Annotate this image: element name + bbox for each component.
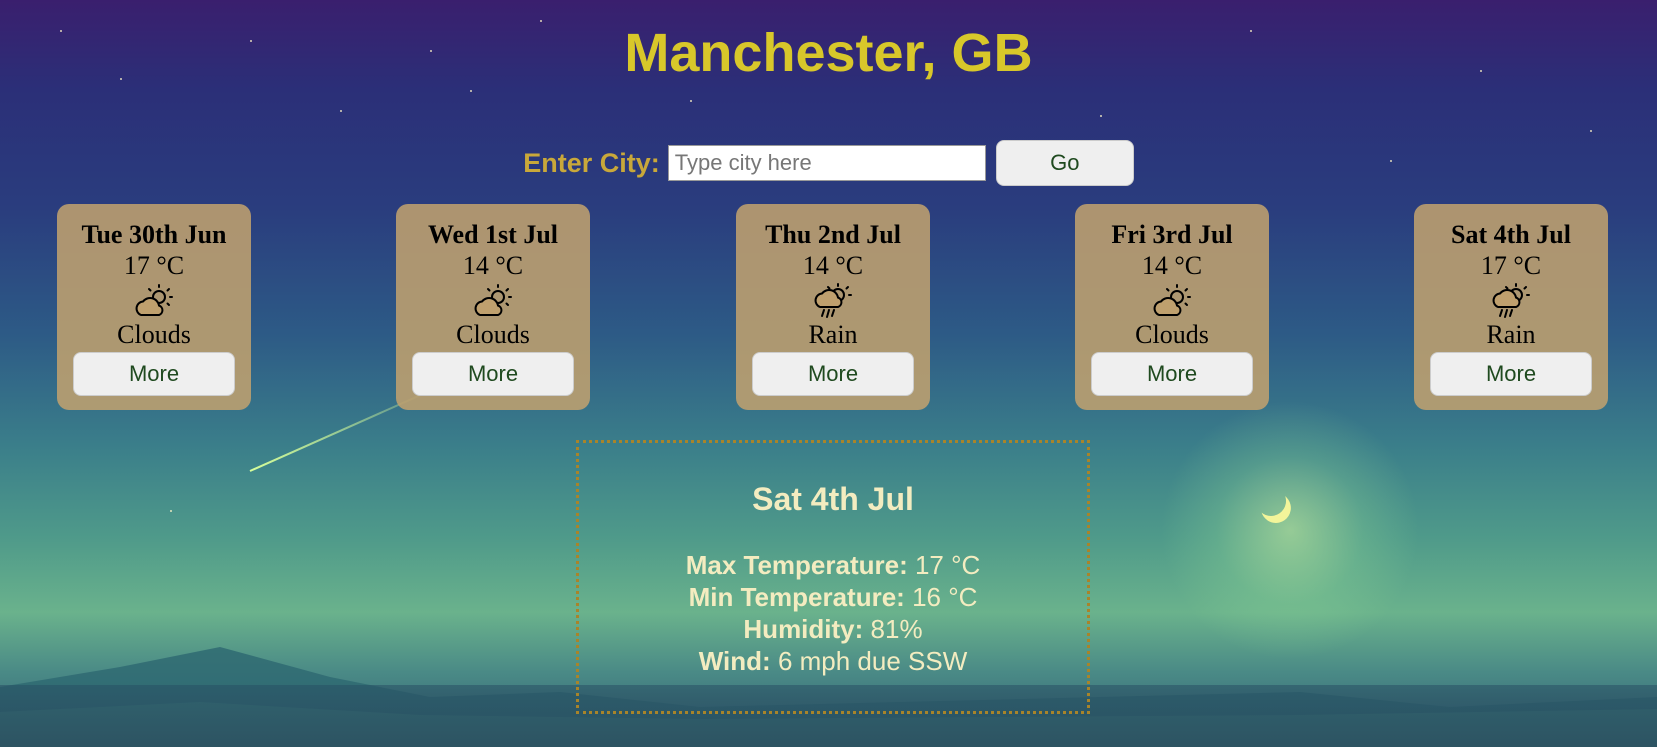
min-temperature-row: Min Temperature: 16 °C — [579, 581, 1087, 613]
go-button[interactable]: Go — [995, 140, 1134, 186]
star — [340, 110, 342, 112]
forecast-description: Clouds — [1135, 320, 1209, 349]
star — [170, 510, 172, 512]
page-title: Manchester, GB — [624, 23, 1033, 83]
max-temperature-value: 17 °C — [914, 550, 981, 580]
forecast-card: Sat 4th Jul 17 °C Rain More — [1414, 204, 1608, 410]
more-button[interactable]: More — [752, 352, 914, 396]
city-search-label: Enter City: — [523, 147, 660, 178]
star — [1100, 115, 1102, 117]
city-search-bar: Enter City: Go — [0, 140, 1657, 186]
details-list: Max Temperature: 17 °C Min Temperature: … — [579, 549, 1087, 677]
partly-cloudy-icon — [57, 282, 251, 320]
min-temperature-label: Min Temperature: — [688, 582, 905, 612]
more-button[interactable]: More — [73, 352, 235, 396]
forecast-temperature: 14 °C — [462, 251, 524, 280]
forecast-description: Clouds — [117, 320, 191, 349]
moon-icon — [1254, 484, 1289, 519]
rain-icon — [1414, 282, 1608, 320]
more-button[interactable]: More — [412, 352, 574, 396]
max-temperature-label: Max Temperature: — [685, 550, 908, 580]
forecast-date: Sat 4th Jul — [1451, 220, 1571, 249]
more-button[interactable]: More — [1091, 352, 1253, 396]
max-temperature-row: Max Temperature: 17 °C — [579, 549, 1087, 581]
forecast-cards: Tue 30th Jun 17 °C Clouds More Wed 1st J… — [0, 204, 1657, 410]
details-date: Sat 4th Jul — [752, 481, 914, 517]
forecast-description: Clouds — [456, 320, 530, 349]
humidity-row: Humidity: 81% — [579, 613, 1087, 645]
forecast-card: Tue 30th Jun 17 °C Clouds More — [57, 204, 251, 410]
forecast-card: Thu 2nd Jul 14 °C Rain More — [736, 204, 930, 410]
forecast-temperature: 14 °C — [1141, 251, 1203, 280]
rain-icon — [736, 282, 930, 320]
forecast-temperature: 17 °C — [1480, 251, 1542, 280]
star — [1590, 130, 1592, 132]
forecast-temperature: 17 °C — [123, 251, 185, 280]
wind-value: 6 mph due SSW — [777, 646, 968, 676]
forecast-card: Wed 1st Jul 14 °C Clouds More — [396, 204, 590, 410]
city-search-input[interactable] — [667, 145, 986, 181]
partly-cloudy-icon — [396, 282, 590, 320]
forecast-card: Fri 3rd Jul 14 °C Clouds More — [1075, 204, 1269, 410]
forecast-date: Thu 2nd Jul — [765, 220, 901, 249]
wind-label: Wind: — [698, 646, 771, 676]
wind-row: Wind: 6 mph due SSW — [579, 645, 1087, 677]
forecast-details-panel: Sat 4th Jul Max Temperature: 17 °C Min T… — [576, 440, 1090, 714]
min-temperature-value: 16 °C — [912, 582, 978, 612]
partly-cloudy-icon — [1075, 282, 1269, 320]
forecast-temperature: 14 °C — [802, 251, 864, 280]
humidity-value: 81% — [870, 614, 923, 644]
more-button[interactable]: More — [1430, 352, 1592, 396]
forecast-description: Rain — [1486, 320, 1536, 349]
forecast-date: Tue 30th Jun — [81, 220, 227, 249]
star — [470, 90, 472, 92]
humidity-label: Humidity: — [743, 614, 864, 644]
forecast-date: Wed 1st Jul — [427, 220, 559, 249]
forecast-date: Fri 3rd Jul — [1111, 220, 1233, 249]
forecast-description: Rain — [808, 320, 858, 349]
star — [690, 100, 692, 102]
